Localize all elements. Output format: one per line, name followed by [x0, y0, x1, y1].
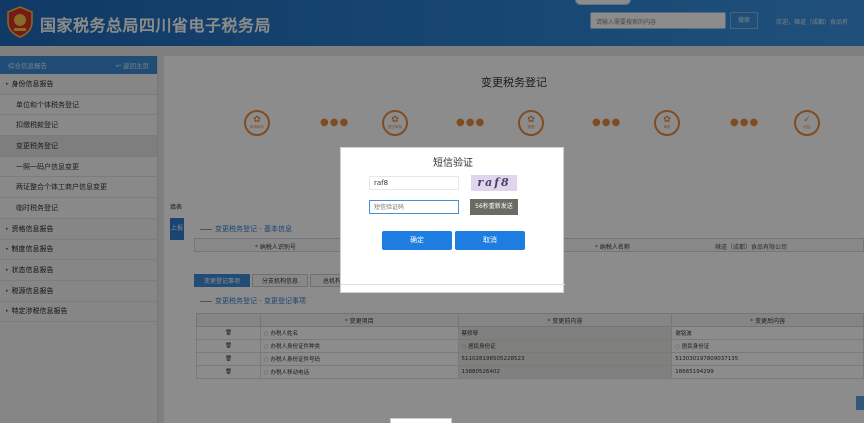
sms-verify-dialog: 短信验证 raf8 56秒重新发送 确定 取消: [340, 147, 565, 293]
dialog-divider: [341, 284, 565, 285]
captcha-input[interactable]: [369, 176, 459, 190]
resend-sms-button[interactable]: 56秒重新发送: [470, 199, 518, 215]
bottom-button[interactable]: [390, 418, 452, 423]
captcha-image[interactable]: raf8: [471, 175, 517, 191]
cancel-button[interactable]: 取消: [455, 231, 525, 250]
sms-code-input[interactable]: [369, 200, 459, 214]
dialog-title: 短信验证: [433, 158, 473, 169]
confirm-button[interactable]: 确定: [382, 231, 452, 250]
